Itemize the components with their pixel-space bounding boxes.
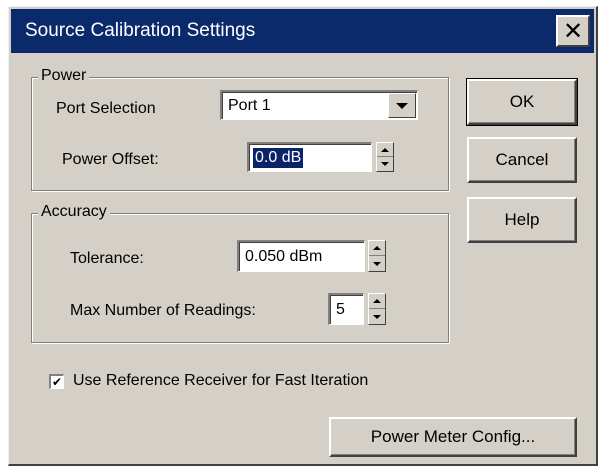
tolerance-label: Tolerance:: [70, 250, 144, 267]
accuracy-group-label: Accuracy: [38, 203, 110, 221]
chevron-down-icon: [396, 102, 408, 109]
checkmark-icon: ✔: [51, 375, 63, 389]
spin-down-button[interactable]: [377, 157, 393, 171]
power-offset-value: 0.0 dB: [253, 147, 304, 168]
arrow-up-icon: [373, 299, 381, 303]
arrow-up-icon: [373, 246, 381, 250]
tolerance-value: 0.050 dBm: [245, 247, 323, 265]
spin-up-button[interactable]: [377, 143, 393, 157]
max-readings-spinner[interactable]: [368, 293, 386, 325]
dropdown-button[interactable]: [388, 93, 416, 118]
spin-down-button[interactable]: [369, 309, 385, 324]
spin-down-button[interactable]: [369, 256, 385, 271]
arrow-up-icon: [381, 147, 389, 152]
power-offset-input[interactable]: 0.0 dB: [247, 142, 372, 172]
max-readings-label: Max Number of Readings:: [70, 302, 256, 319]
port-selection-label: Port Selection: [56, 100, 156, 117]
spin-up-button[interactable]: [369, 241, 385, 256]
port-selection-dropdown[interactable]: Port 1: [220, 90, 418, 120]
tolerance-spinner[interactable]: [368, 240, 386, 272]
power-meter-config-button[interactable]: Power Meter Config...: [329, 417, 577, 457]
max-readings-value: 5: [336, 300, 345, 318]
power-group: Power Port Selection Port 1 Power Offset…: [31, 67, 449, 191]
max-readings-input[interactable]: 5: [328, 293, 364, 325]
cancel-button[interactable]: Cancel: [467, 137, 577, 183]
ok-button[interactable]: OK: [466, 78, 578, 126]
ref-receiver-label[interactable]: Use Reference Receiver for Fast Iteratio…: [73, 372, 368, 390]
source-calibration-dialog: Source Calibration Settings ✕ Power Port…: [8, 6, 598, 466]
spin-up-button[interactable]: [369, 294, 385, 309]
arrow-down-icon: [373, 314, 381, 319]
arrow-down-icon: [381, 162, 389, 166]
power-offset-spinner[interactable]: [376, 142, 394, 172]
power-group-label: Power: [38, 67, 90, 85]
title-bar[interactable]: Source Calibration Settings ✕: [11, 9, 594, 53]
close-icon: ✕: [562, 17, 584, 45]
arrow-down-icon: [373, 261, 381, 266]
accuracy-group: Accuracy Tolerance: 0.050 dBm Max Number…: [31, 203, 449, 343]
help-button[interactable]: Help: [467, 197, 577, 243]
tolerance-input[interactable]: 0.050 dBm: [237, 240, 365, 272]
close-button[interactable]: ✕: [556, 15, 590, 47]
power-offset-label: Power Offset:: [62, 151, 159, 168]
ref-receiver-checkbox[interactable]: ✔: [49, 374, 64, 389]
port-selection-value: Port 1: [228, 96, 271, 114]
dialog-title: Source Calibration Settings: [25, 20, 256, 41]
